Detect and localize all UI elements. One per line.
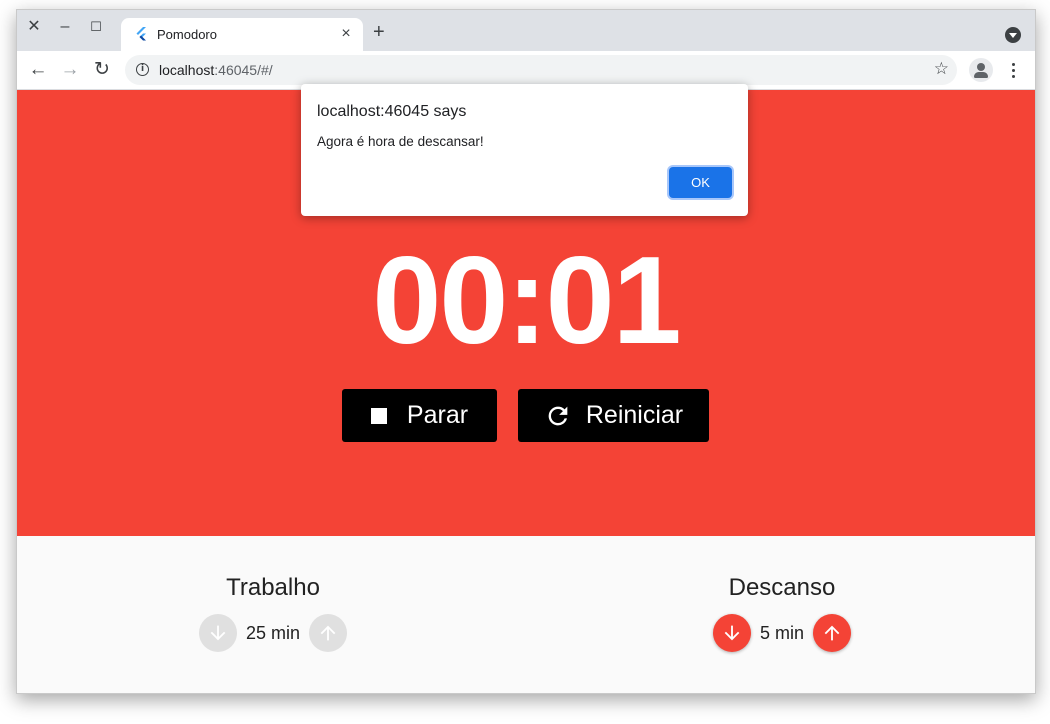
arrow-down-icon xyxy=(210,625,226,641)
profile-avatar-icon[interactable] xyxy=(969,58,993,82)
work-title: Trabalho xyxy=(226,574,320,601)
stop-button-label: Parar xyxy=(406,401,469,429)
url-host: localhost xyxy=(159,62,215,78)
arrow-up-icon xyxy=(824,625,840,641)
tab-strip: ✕ – ☐ Pomodoro × + xyxy=(17,10,1035,51)
new-tab-button[interactable]: + xyxy=(373,22,385,42)
work-value: 25 min xyxy=(245,622,301,643)
rest-value: 5 min xyxy=(759,622,804,643)
back-button[interactable]: ← xyxy=(25,57,51,83)
url-text[interactable]: localhost:46045/#/ xyxy=(159,62,273,78)
reload-button[interactable]: ↻ xyxy=(89,57,115,83)
alert-dialog: localhost:46045 says Agora é hora de des… xyxy=(301,84,748,216)
stop-button[interactable]: Parar xyxy=(342,389,497,442)
dialog-ok-button[interactable]: OK xyxy=(669,167,732,198)
tab-pomodoro[interactable]: Pomodoro × xyxy=(121,18,363,51)
work-decrease-button[interactable] xyxy=(198,614,237,652)
forward-button[interactable]: → xyxy=(57,57,83,83)
reset-button-label: Reiniciar xyxy=(585,401,684,429)
tab-title: Pomodoro xyxy=(157,27,217,42)
address-bar[interactable]: i localhost:46045/#/ ☆ xyxy=(125,55,957,85)
url-path: :46045/#/ xyxy=(214,62,273,78)
dialog-message: Agora é hora de descansar! xyxy=(317,134,484,149)
rest-increase-button[interactable] xyxy=(813,614,851,652)
window-maximize-button[interactable]: ☐ xyxy=(87,18,105,36)
menu-kebab-icon[interactable] xyxy=(1005,60,1021,80)
rest-decrease-button[interactable] xyxy=(712,614,751,652)
rest-title: Descanso xyxy=(728,574,836,601)
work-increase-button[interactable] xyxy=(309,614,348,652)
tab-search-icon[interactable] xyxy=(1005,27,1021,43)
window-close-button[interactable]: ✕ xyxy=(25,18,43,36)
bookmark-star-icon[interactable]: ☆ xyxy=(934,59,949,79)
dialog-title: localhost:46045 says xyxy=(317,103,467,120)
window-minimize-button[interactable]: – xyxy=(56,18,74,36)
reset-button[interactable]: Reiniciar xyxy=(518,389,709,442)
refresh-icon xyxy=(548,406,568,425)
arrow-up-icon xyxy=(320,625,336,641)
flutter-icon xyxy=(136,27,146,41)
rest-setting: Descanso 5 min xyxy=(632,574,932,652)
tab-close-button[interactable]: × xyxy=(337,25,355,43)
arrow-down-icon xyxy=(724,625,740,641)
info-icon[interactable]: i xyxy=(136,63,149,76)
settings-panel: Trabalho 25 min Descanso 5 min xyxy=(17,536,1035,693)
timer-display: 00:01 xyxy=(372,232,681,370)
stop-icon xyxy=(370,407,387,424)
work-setting: Trabalho 25 min xyxy=(123,574,423,652)
